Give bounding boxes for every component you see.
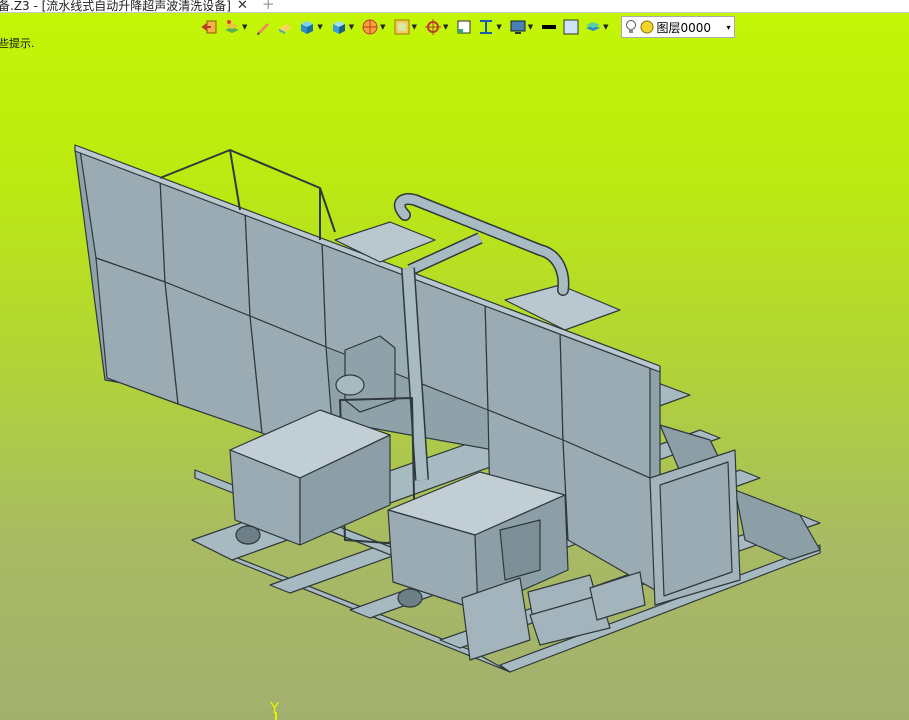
close-icon[interactable]: ✕ [237,0,248,12]
grid-icon [457,20,471,34]
chevron-down-icon: ▼ [603,23,609,31]
pencil-button[interactable] [253,16,273,38]
monitor-view-icon [510,20,526,34]
hint-text: 些提示. [0,37,35,50]
document-tab-title: 备.Z3 - [流水线式自动升降超声波清洗设备] [0,0,231,13]
layer-manager-button[interactable]: ▼ [222,16,251,38]
line-color-icon [542,25,557,29]
exit-view-button[interactable] [200,16,220,38]
chevron-down-icon: ▼ [348,23,355,31]
chevron-down-icon: ▼ [411,23,417,31]
pencil-icon [257,23,270,35]
new-tab-button[interactable]: + [262,0,275,12]
view-toolbar: ▼ ▼ ▼ ▼ ▼ ▼ ▼ ▼ ▼ 图层0000 ▾ [200,15,735,39]
lightbulb-icon [625,20,636,33]
document-tab-bar: 备.Z3 - [流水线式自动升降超声波清洗设备] ✕ + [0,0,909,13]
eraser-icon [279,24,293,34]
chevron-down-icon: ▼ [242,23,248,31]
chevron-down-icon: ▼ [317,23,323,31]
fill-color-button[interactable] [561,16,581,38]
dropdown-arrow-icon: ▾ [726,22,731,32]
grid-button[interactable] [454,16,474,38]
coordinate-button[interactable]: ▼ [423,16,452,38]
axis-y-line [275,712,277,720]
chevron-down-icon: ▼ [380,23,386,31]
chevron-down-icon: ▼ [496,23,502,31]
layer-select[interactable]: 图层0000 ▾ [620,16,735,38]
exit-view-icon [201,20,217,34]
end-cabinet [649,449,741,606]
align-button[interactable]: ▼ [476,16,505,38]
layer-stack-icon [586,22,601,31]
shaded-display-button[interactable]: ▼ [329,16,358,38]
coordinate-icon [424,19,441,35]
line-color-button[interactable] [539,16,559,38]
texture-button[interactable]: ▼ [392,16,421,38]
render-mode-icon [362,19,378,35]
align-icon [480,20,493,34]
chevron-down-icon: ▼ [442,23,449,31]
model-viewport[interactable] [0,0,909,720]
layer-color-dot-icon [640,20,654,34]
cube-icon [301,21,314,34]
layer-select-value: 图层0000 [656,20,712,35]
chevron-down-icon: ▼ [527,23,534,31]
texture-icon [394,19,410,35]
cube-button[interactable]: ▼ [297,16,326,38]
layer-stack-button[interactable]: ▼ [583,16,612,38]
render-mode-button[interactable]: ▼ [360,16,389,38]
fill-color-icon [563,19,579,35]
eraser-button[interactable] [275,16,295,38]
layer-manager-icon [225,20,239,33]
document-tab[interactable]: 备.Z3 - [流水线式自动升降超声波清洗设备] ✕ [0,0,252,13]
shaded-display-icon [332,21,345,34]
monitor-view-button[interactable]: ▼ [508,16,537,38]
